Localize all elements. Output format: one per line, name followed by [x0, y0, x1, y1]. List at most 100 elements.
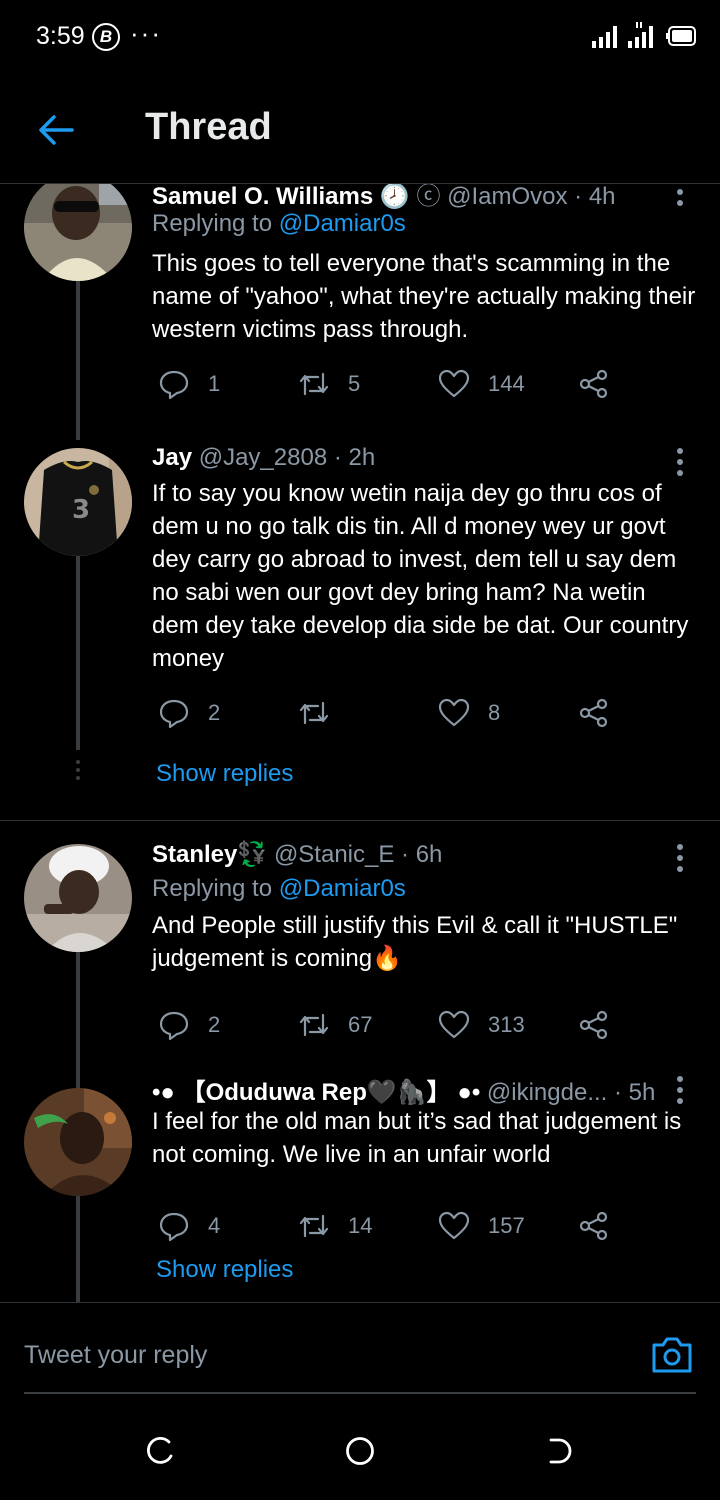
back-arrow-icon[interactable]: [36, 110, 76, 150]
thread-list[interactable]: Samuel O. Williams 🕗 ⓒ @IamOvox · 4h Rep…: [0, 184, 720, 1302]
share-icon: [579, 1010, 608, 1040]
reply-count: 2: [208, 700, 221, 725]
reply-icon: [159, 699, 189, 729]
composer-underline: [24, 1392, 696, 1394]
author-name[interactable]: Jay: [152, 444, 192, 471]
tweet-actions: 4 14 157: [152, 1209, 622, 1243]
thread-connector: [76, 280, 80, 440]
share-button[interactable]: [578, 367, 610, 401]
reply-button[interactable]: 2: [158, 696, 220, 730]
avatar[interactable]: [24, 184, 132, 281]
replying-to-handle[interactable]: @Damiar0s: [279, 875, 406, 902]
share-button[interactable]: [578, 1209, 610, 1243]
show-replies-link[interactable]: Show replies: [156, 760, 293, 788]
more-options-icon[interactable]: [672, 844, 688, 874]
like-count: 144: [488, 371, 525, 396]
retweet-count: 67: [348, 1012, 373, 1037]
signal-icon: [592, 26, 617, 48]
retweet-count: 14: [348, 1213, 373, 1238]
reply-count: 2: [208, 1012, 221, 1037]
like-count: 313: [488, 1012, 525, 1037]
section-divider: [0, 820, 720, 821]
reply-button[interactable]: 4: [158, 1209, 220, 1243]
share-button[interactable]: [578, 1008, 610, 1042]
status-bar: 3:59 B ···: [0, 0, 720, 76]
retweet-button[interactable]: [298, 696, 348, 730]
more-options-icon[interactable]: [672, 1076, 688, 1106]
more-options-icon[interactable]: [672, 184, 688, 208]
clock-emoji-icon: 🕗: [379, 184, 410, 210]
heart-icon: [438, 698, 470, 727]
svg-text:3: 3: [72, 495, 90, 525]
retweet-button[interactable]: 5: [298, 367, 360, 401]
tweet-text: This goes to tell everyone that's scammi…: [152, 250, 696, 343]
reply-count: 4: [208, 1213, 221, 1238]
replying-to: Replying to @Damiar0s: [152, 210, 406, 237]
b-notification-icon: B: [92, 23, 120, 51]
thread-connector: [76, 1196, 80, 1302]
reply-button[interactable]: 1: [158, 367, 220, 401]
tweet-meta: @ikingde... · 5h: [486, 1079, 656, 1106]
more-options-icon[interactable]: [672, 448, 688, 478]
avatar[interactable]: 3: [24, 448, 132, 556]
avatar[interactable]: [24, 844, 132, 952]
tweet-4[interactable]: •● 【Oduduwa Rep🖤🦍】 ●• @ikingde... · 5h I…: [0, 1076, 720, 1302]
show-replies-link[interactable]: Show replies: [156, 1256, 293, 1284]
heart-icon: [438, 1211, 470, 1240]
like-button[interactable]: 8: [438, 696, 500, 730]
retweet-icon: [299, 701, 329, 725]
page-title: Thread: [145, 106, 272, 148]
retweet-icon: [299, 372, 329, 396]
signal-hd-icon: [628, 22, 653, 48]
tweet-actions: 1 5 144: [152, 367, 622, 401]
thread-connector: [76, 556, 80, 750]
share-icon: [579, 369, 608, 399]
home-icon[interactable]: [345, 1436, 375, 1466]
app-header: Thread: [0, 76, 720, 184]
tweet-actions: 2 67 313: [152, 1008, 622, 1042]
like-button[interactable]: 157: [438, 1209, 525, 1243]
author-name[interactable]: Stanley: [152, 841, 237, 868]
heart-icon: [438, 1010, 470, 1039]
like-button[interactable]: 144: [438, 367, 525, 401]
thread-dots: [76, 1258, 80, 1282]
tweet-1[interactable]: Samuel O. Williams 🕗 ⓒ @IamOvox · 4h Rep…: [0, 184, 720, 440]
tweet-header: Samuel O. Williams 🕗 ⓒ @IamOvox · 4h: [152, 184, 616, 211]
share-button[interactable]: [578, 696, 610, 730]
thread-connector: [76, 426, 80, 440]
thread-dots: [76, 760, 80, 784]
retweet-button[interactable]: 14: [298, 1209, 372, 1243]
share-icon: [579, 1211, 608, 1241]
tweet-3[interactable]: Stanley💱 @Stanic_E · 6h Replying to @Dam…: [0, 841, 720, 1112]
more-notifications-icon: ···: [130, 18, 162, 48]
camera-icon[interactable]: [650, 1335, 694, 1375]
retweet-icon: [299, 1013, 329, 1037]
recent-apps-icon[interactable]: [145, 1436, 175, 1466]
avatar[interactable]: [24, 1088, 132, 1196]
retweet-count: 5: [348, 371, 361, 396]
reply-icon: [159, 1212, 189, 1242]
heart-icon: [438, 369, 470, 398]
reply-button[interactable]: 2: [158, 1008, 220, 1042]
system-navigation-bar: [0, 1400, 720, 1500]
replying-to: Replying to @Damiar0s: [152, 875, 406, 902]
tweet-meta: ⓒ @IamOvox · 4h: [416, 184, 616, 210]
tweet-header: •● 【Oduduwa Rep🖤🦍】 ●• @ikingde... · 5h: [152, 1072, 655, 1107]
share-icon: [579, 698, 608, 728]
reply-composer[interactable]: Tweet your reply: [0, 1302, 720, 1394]
author-name[interactable]: •● 【Oduduwa Rep🖤🦍】 ●•: [152, 1079, 480, 1106]
back-nav-icon[interactable]: [545, 1436, 575, 1466]
reply-count: 1: [208, 371, 221, 396]
tweet-header: Jay @Jay_2808 · 2h: [152, 444, 375, 472]
tweet-meta: @Jay_2808 · 2h: [198, 444, 376, 471]
retweet-button[interactable]: 67: [298, 1008, 372, 1042]
like-count: 157: [488, 1213, 525, 1238]
like-button[interactable]: 313: [438, 1008, 525, 1042]
tweet-2[interactable]: 3 Jay @Jay_2808 · 2h If to say you know …: [0, 426, 720, 820]
like-count: 8: [488, 700, 501, 725]
reply-input[interactable]: Tweet your reply: [24, 1341, 207, 1370]
author-name[interactable]: Samuel O. Williams: [152, 184, 373, 210]
replying-to-handle[interactable]: @Damiar0s: [279, 210, 406, 237]
tweet-text: If to say you know wetin naija dey go th…: [152, 480, 689, 672]
reply-icon: [159, 370, 189, 400]
